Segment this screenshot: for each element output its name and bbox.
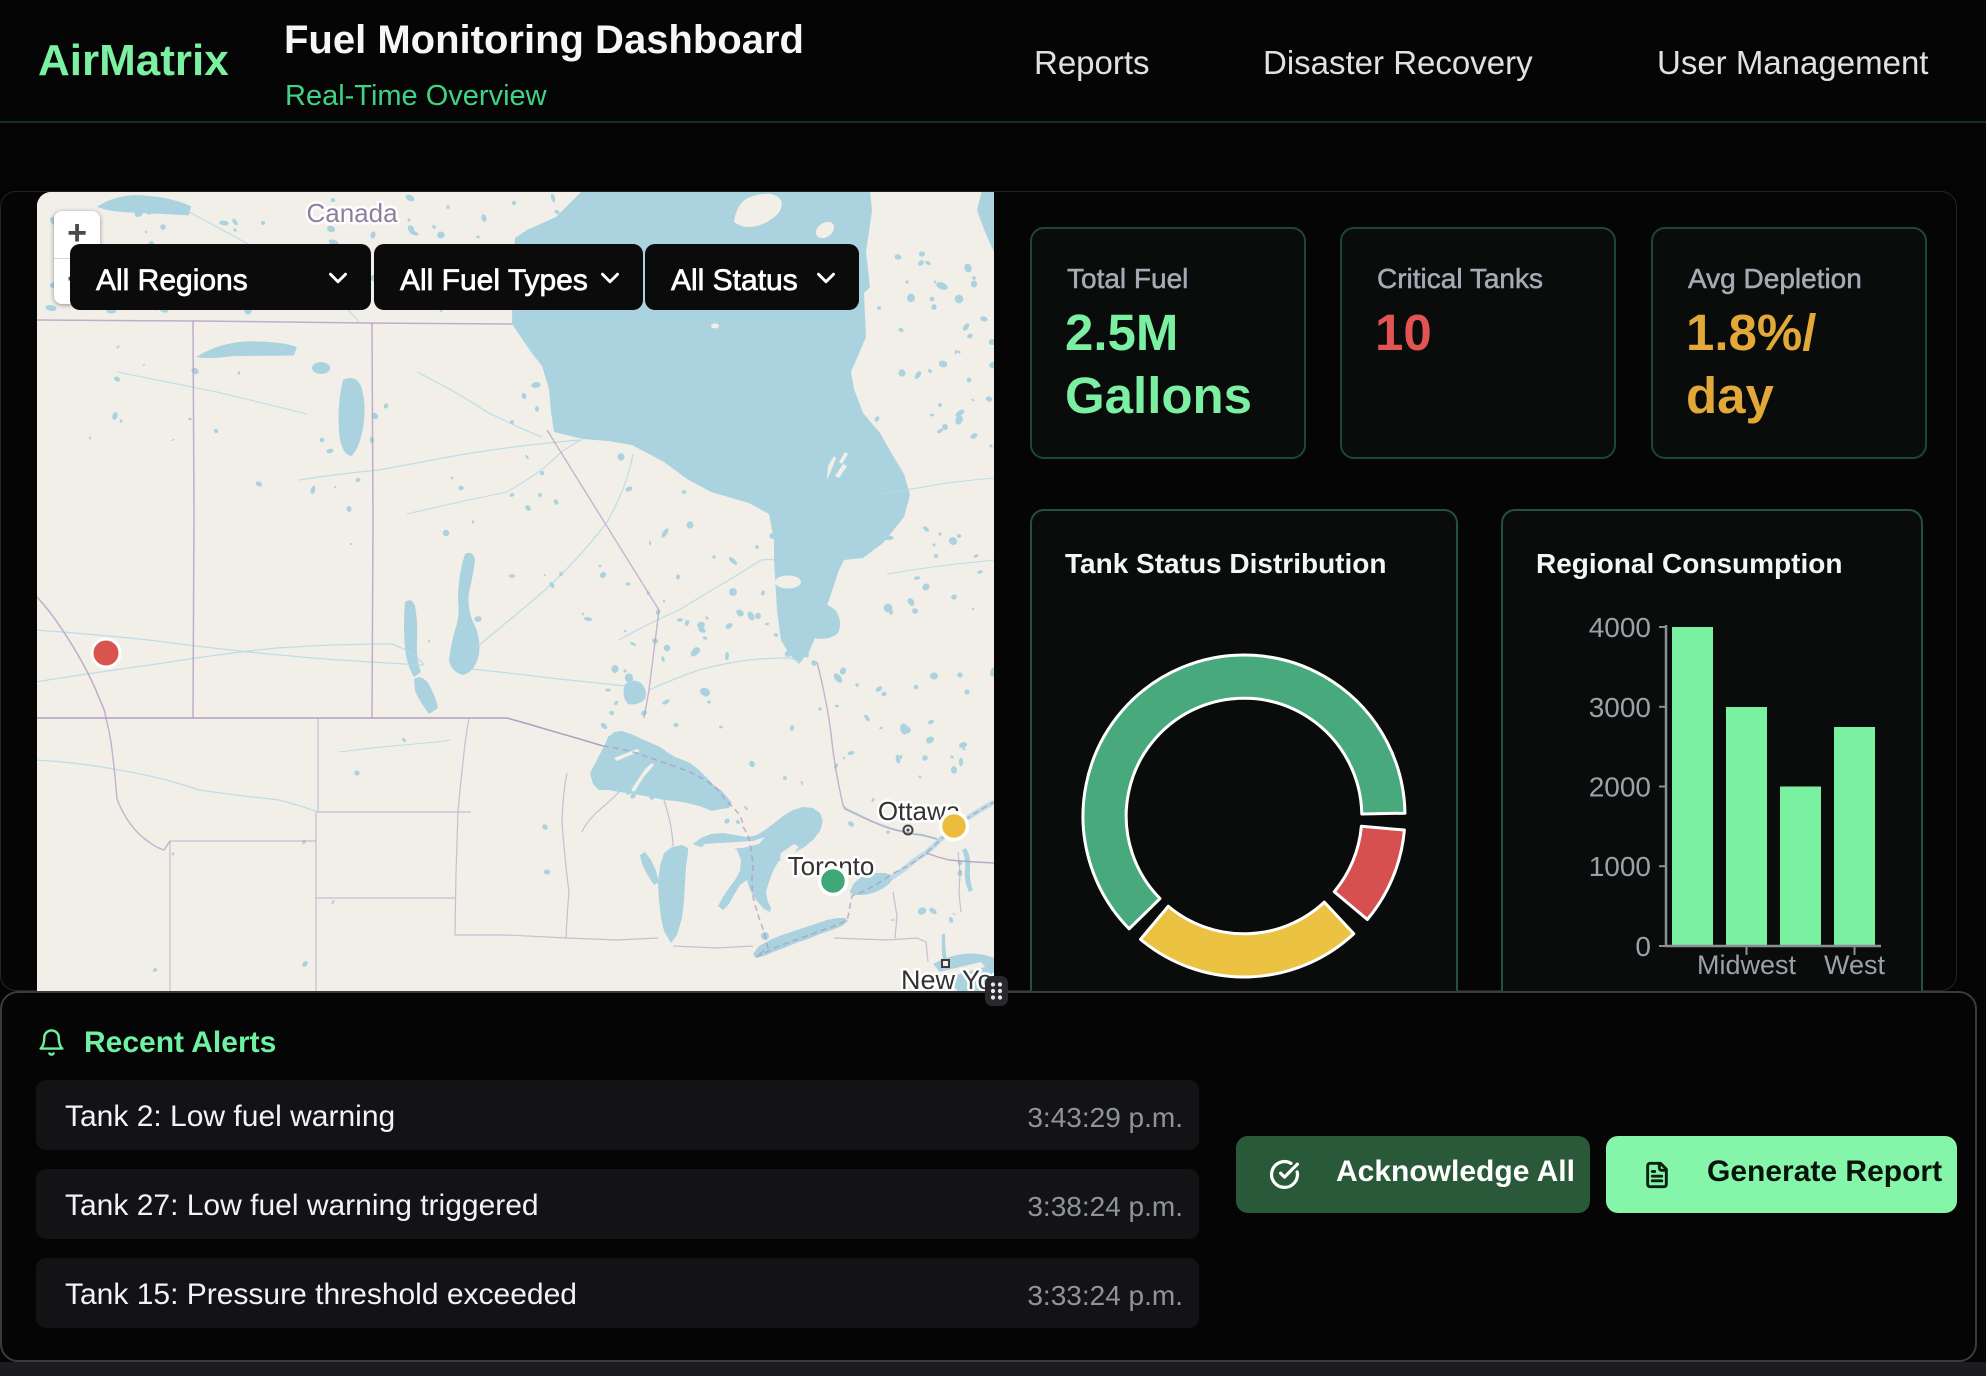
- svg-text:Canada: Canada: [306, 198, 398, 228]
- svg-text:New York: New York: [901, 965, 994, 991]
- svg-text:Midwest: Midwest: [1697, 950, 1797, 980]
- svg-text:West: West: [1824, 950, 1886, 980]
- svg-text:2000: 2000: [1589, 772, 1651, 803]
- svg-text:0: 0: [1635, 931, 1651, 962]
- svg-text:4000: 4000: [1589, 612, 1651, 643]
- svg-text:3000: 3000: [1589, 692, 1651, 723]
- svg-text:1000: 1000: [1589, 851, 1651, 882]
